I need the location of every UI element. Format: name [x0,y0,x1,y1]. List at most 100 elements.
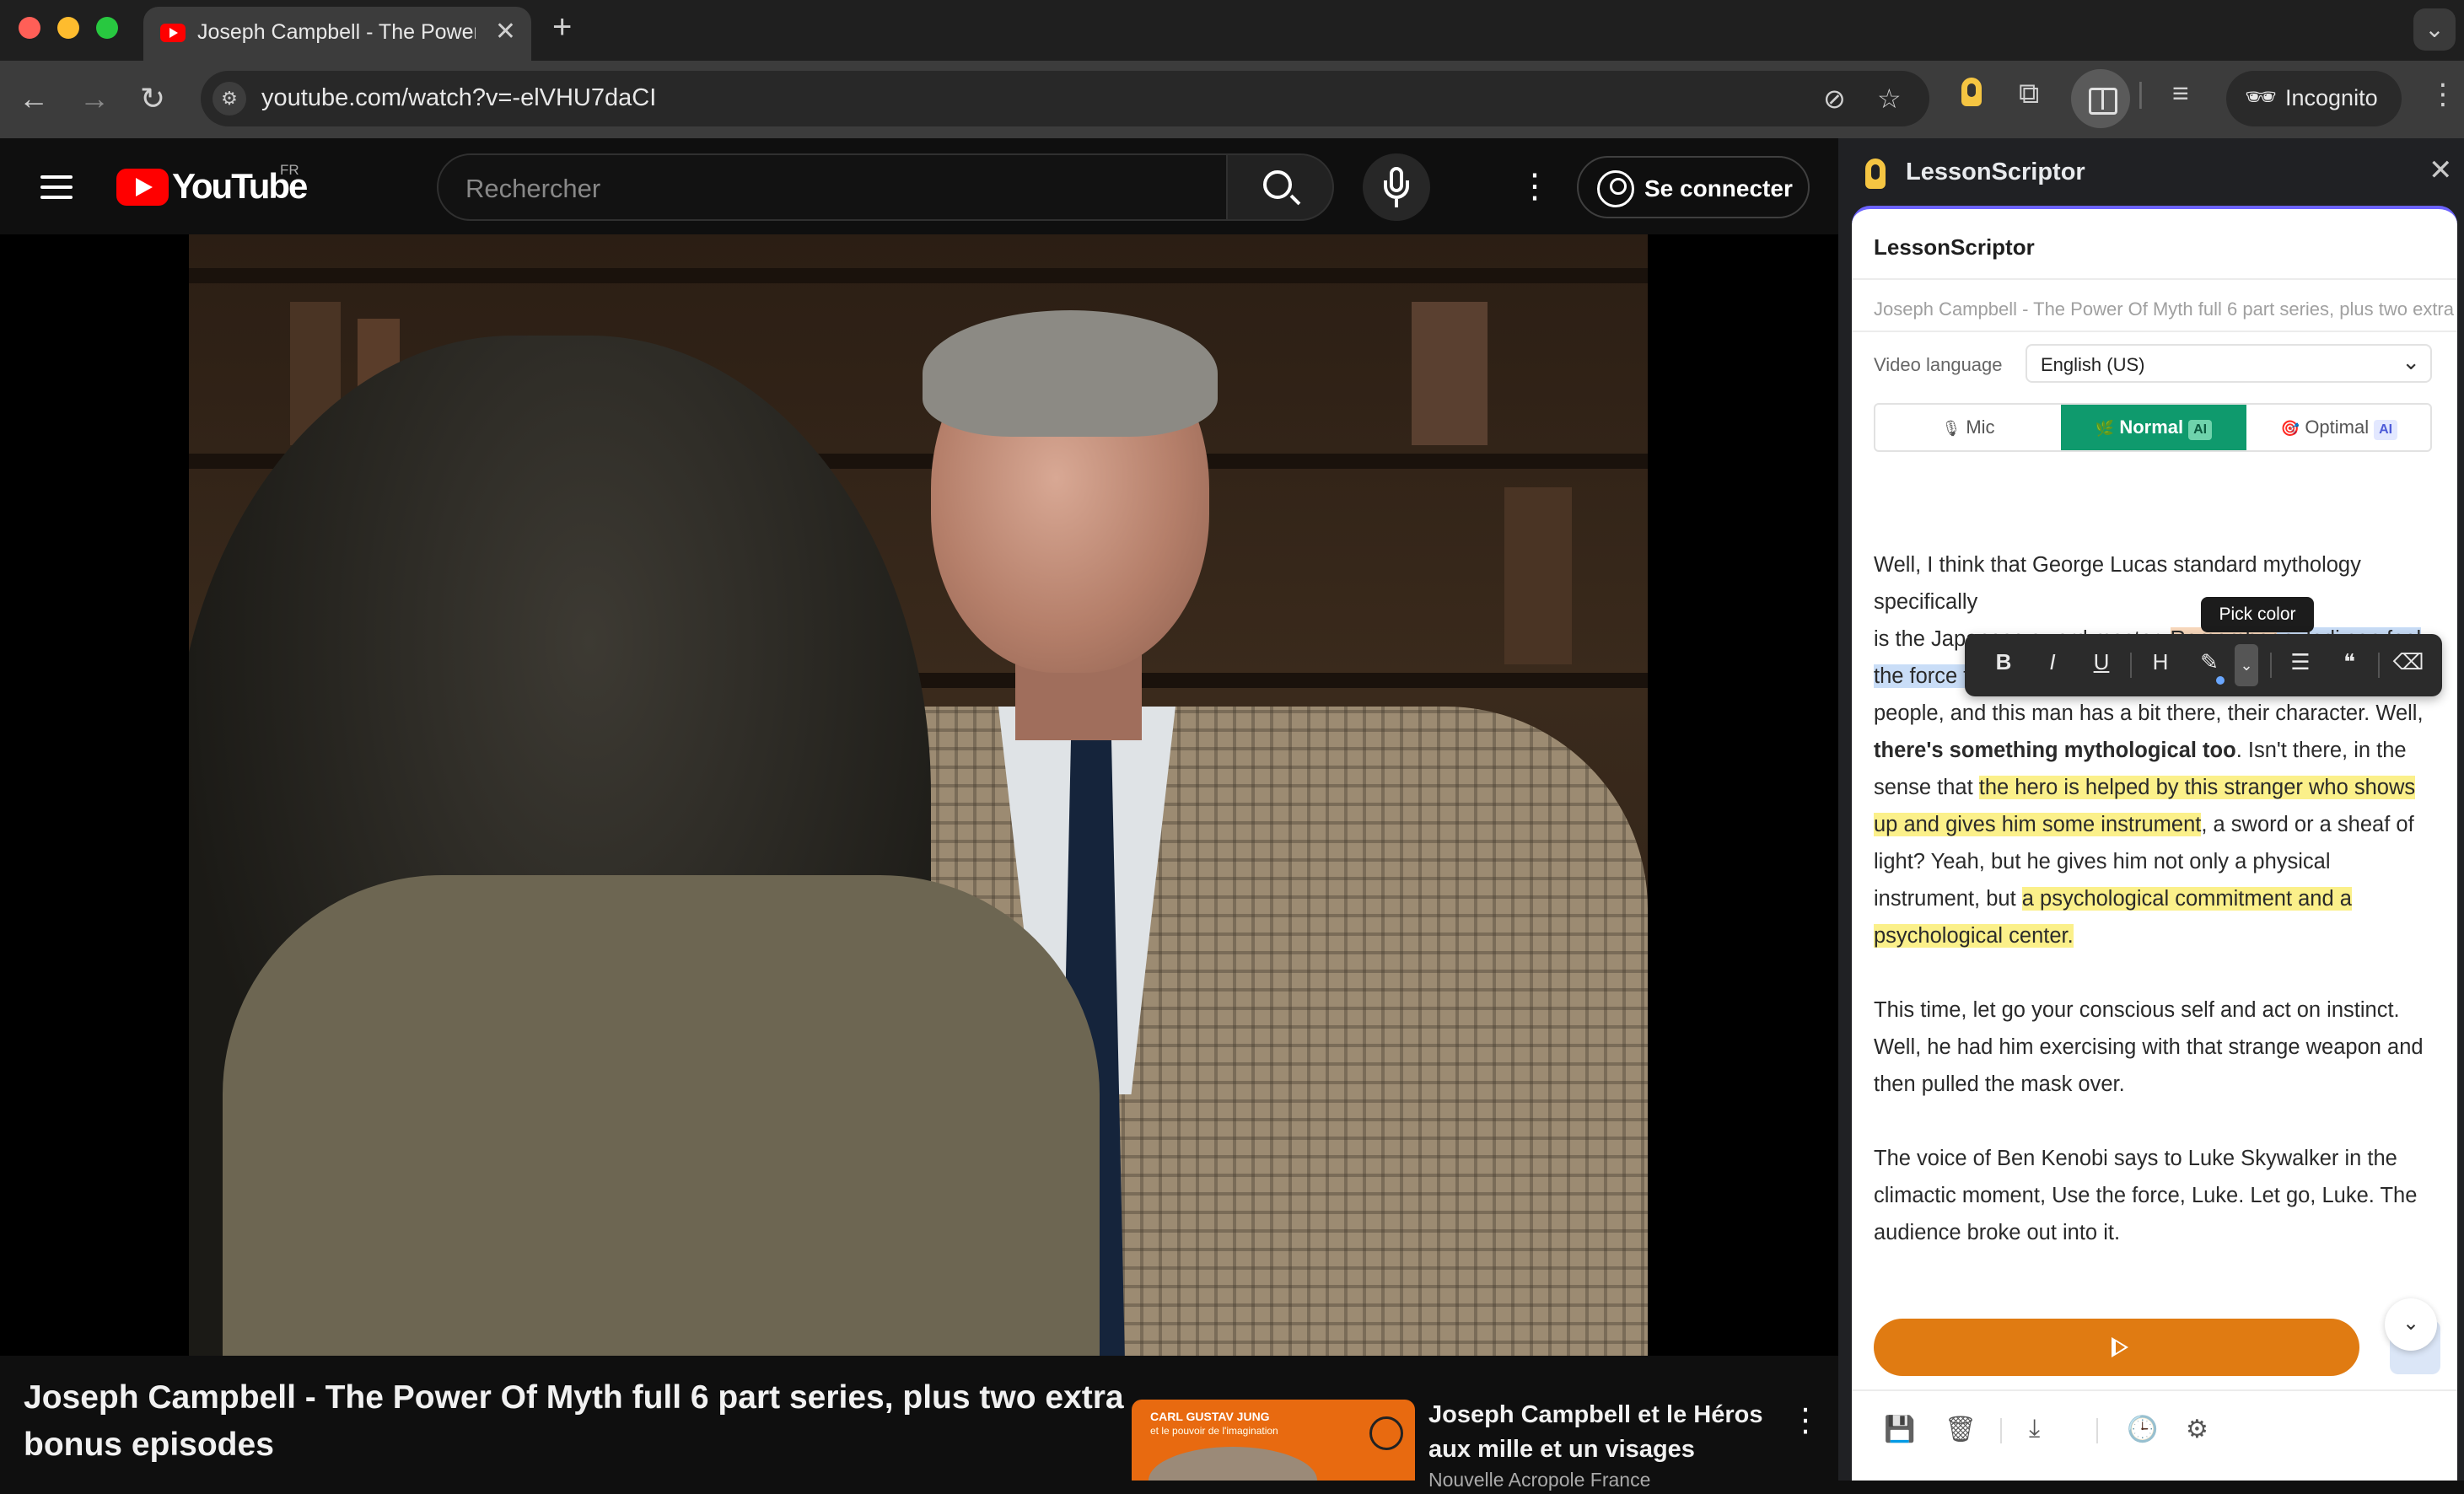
close-window-button[interactable] [19,17,40,39]
incognito-indicator[interactable]: 🕶 Incognito [2226,71,2402,126]
side-panel-icon[interactable] [2071,69,2130,128]
eraser-icon[interactable]: ⌫ [2391,649,2425,675]
format-toolbar: B I U H ✎ ⌄ ☰ ❝ ⌫ [1965,634,2442,696]
sign-in-button[interactable]: Se connecter [1577,156,1810,218]
side-panel: LessonScriptor ✕ LessonScriptor Joseph C… [1838,138,2464,1481]
voice-search-button[interactable] [1363,153,1430,221]
lessonscriptor-logo-icon [1865,159,1886,189]
current-video-title: Joseph Campbell - The Power Of Myth full… [1874,298,2457,320]
divider: | [2137,78,2144,110]
tab-title: Joseph Campbell - The Power Of Myth full… [197,20,476,44]
search-button[interactable] [1228,153,1334,221]
media-control-icon[interactable]: ≡ [2172,78,2189,110]
search-input[interactable]: Rechercher [437,153,1228,221]
browser-toolbar: ← → ↻ ⚙ youtube.com/watch?v=-elVHU7daCI … [0,61,2464,138]
incognito-icon: 🕶 [2245,83,2278,111]
thumbnail-portrait [1149,1447,1317,1481]
thumbnail-subheading: et le pouvoir de l'imagination [1150,1425,1278,1437]
maximize-window-button[interactable] [96,17,118,39]
settings-more-icon[interactable]: ⋮ [1518,167,1552,206]
related-video-thumbnail[interactable]: CARL GUSTAV JUNG et le pouvoir de l'imag… [1132,1400,1415,1481]
new-tab-button[interactable]: + [552,8,572,46]
pick-color-tooltip: Pick color [2201,597,2314,632]
ai-badge: AI [2188,420,2213,440]
trash-icon[interactable]: 🗑 [1945,1415,1977,1444]
ai-badge: AI [2374,420,2398,440]
transcript-text: Well, I think that George Lucas [1874,553,2168,577]
mode-mic[interactable]: 🎙 Mic [1875,405,2061,450]
back-arrow-icon[interactable]: ← [19,81,49,116]
microphone-icon: 🎙 [1941,420,1961,437]
tab-search-button[interactable]: ⌄ [2413,8,2456,51]
extension-body: LessonScriptor Joseph Campbell - The Pow… [1852,206,2457,1481]
leaf-icon: 🌿 [2095,420,2115,437]
highlighter-icon[interactable]: ✎ [2192,649,2226,675]
url-text[interactable]: youtube.com/watch?v=-elVHU7daCI [261,84,656,112]
tab-close-icon[interactable]: ✕ [495,17,516,46]
transcript-paragraph: This time, let go your conscious self an… [1874,998,2424,1096]
history-icon[interactable]: 🕒 [2127,1415,2158,1444]
heading-button[interactable]: H [2144,649,2177,675]
italic-button[interactable]: I [2036,649,2069,675]
puzzle-icon[interactable]: ⧉ [2019,78,2039,110]
color-indicator [2216,676,2225,685]
search-icon [1263,170,1292,199]
reload-icon[interactable]: ↻ [140,81,165,116]
pick-color-dropdown[interactable]: ⌄ [2235,644,2258,686]
region-code: FR [280,162,299,178]
related-video-title[interactable]: Joseph Campbell et le Héros aux mille et… [1428,1398,1783,1467]
video-player[interactable] [0,234,1838,1356]
transcript-text: specifically [1874,590,1978,614]
thumbnail-logo-icon [1369,1416,1403,1450]
youtube-favicon-icon [160,24,186,42]
tab-strip: Joseph Campbell - The Power Of Myth full… [0,0,2464,61]
underline-button[interactable]: U [2085,649,2118,675]
youtube-logo-icon[interactable] [116,169,169,206]
video-frame [189,234,1648,1356]
language-label: Video language [1874,354,2003,375]
forward-arrow-icon[interactable]: → [79,81,110,116]
mode-mic-label: Mic [1966,416,1995,438]
play-button[interactable] [1874,1319,2359,1376]
mode-optimal-label: Optimal [2305,416,2370,438]
address-bar[interactable]: ⚙ youtube.com/watch?v=-elVHU7daCI ⊘ ☆ [201,71,1929,126]
lessonscriptor-extension-icon[interactable] [1961,78,1982,106]
quote-icon[interactable]: ❝ [2332,649,2366,675]
side-panel-title: LessonScriptor [1906,159,2085,185]
search-placeholder: Rechercher [465,174,601,203]
thumbnail-heading: CARL GUSTAV JUNG [1150,1410,1270,1423]
app-name: LessonScriptor [1874,234,2035,260]
chevron-down-icon: ⌄ [2402,349,2420,374]
language-select[interactable]: English (US) ⌄ [2026,344,2432,383]
star-icon[interactable]: ☆ [1877,83,1902,115]
bold-text: there's something mythological too [1874,739,2236,762]
bold-button[interactable]: B [1987,649,2020,675]
minimize-window-button[interactable] [57,17,79,39]
save-icon[interactable]: 💾 [1884,1415,1915,1444]
mode-optimal[interactable]: 🎯 Optimal AI [2246,405,2430,450]
site-settings-icon[interactable]: ⚙ [213,82,246,116]
mode-normal[interactable]: 🌿 Normal AI [2061,405,2246,450]
transcript-text: standard mythology [2167,553,2361,577]
sign-in-label: Se connecter [1644,175,1793,202]
download-icon[interactable]: ⤓ [2029,1415,2040,1443]
related-video-channel[interactable]: Nouvelle Acropole France [1428,1469,1783,1494]
youtube-page: YouTube FR Rechercher ⋮ Se connecter Jos… [0,138,1838,1491]
mode-normal-label: Normal [2119,416,2184,438]
target-icon: 🎯 [2280,420,2300,437]
scroll-down-icon[interactable]: ⌄ [2385,1298,2437,1351]
account-circle-icon [1597,170,1634,207]
video-title: Joseph Campbell - The Power Of Myth full… [24,1379,1124,1463]
language-value: English (US) [2041,354,2145,375]
close-icon[interactable]: ✕ [2429,153,2453,187]
browser-tab[interactable]: Joseph Campbell - The Power Of Myth full… [143,7,531,61]
eye-off-icon[interactable]: ⊘ [1823,83,1846,115]
mode-selector: 🎙 Mic 🌿 Normal AI 🎯 Optimal AI [1874,403,2432,452]
bullet-list-icon[interactable]: ☰ [2284,649,2317,675]
incognito-label: Incognito [2285,85,2378,110]
menu-icon[interactable] [40,175,73,199]
video-more-icon[interactable]: ⋮ [1789,1401,1821,1439]
transcript-paragraph: The voice of Ben Kenobi says to Luke Sky… [1874,1147,2418,1244]
settings-sliders-icon[interactable]: ⚙ [2186,1415,2208,1444]
more-vert-icon[interactable]: ⋮ [2429,78,2457,111]
